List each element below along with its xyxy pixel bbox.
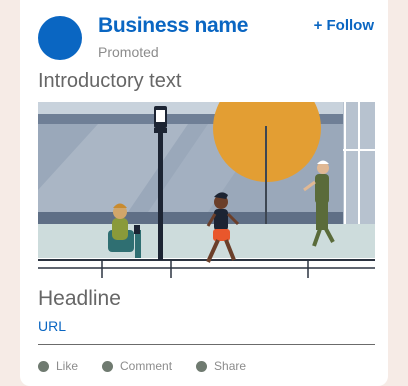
social-actions-bar: Like Comment Share (38, 359, 270, 373)
like-label: Like (56, 359, 79, 373)
sponsored-post-card: Business name Promoted + Follow Introduc… (20, 0, 388, 386)
promoted-label: Promoted (98, 44, 159, 60)
post-headline[interactable]: Headline (38, 287, 121, 311)
comment-label: Comment (120, 359, 173, 373)
introductory-text: Introductory text (38, 70, 182, 92)
comment-icon (102, 360, 114, 372)
post-image[interactable] (38, 102, 375, 278)
company-logo-avatar[interactable] (38, 16, 82, 60)
like-button[interactable]: Like (38, 359, 78, 373)
share-button[interactable]: Share (196, 359, 246, 373)
post-url-link[interactable]: URL (38, 318, 66, 334)
business-name[interactable]: Business name (98, 14, 248, 38)
like-icon (38, 360, 49, 372)
share-icon (196, 360, 208, 372)
divider (38, 344, 375, 345)
share-label: Share (214, 359, 247, 373)
street-scene-illustration (38, 102, 375, 278)
comment-button[interactable]: Comment (102, 359, 172, 373)
follow-button[interactable]: + Follow (314, 17, 374, 34)
